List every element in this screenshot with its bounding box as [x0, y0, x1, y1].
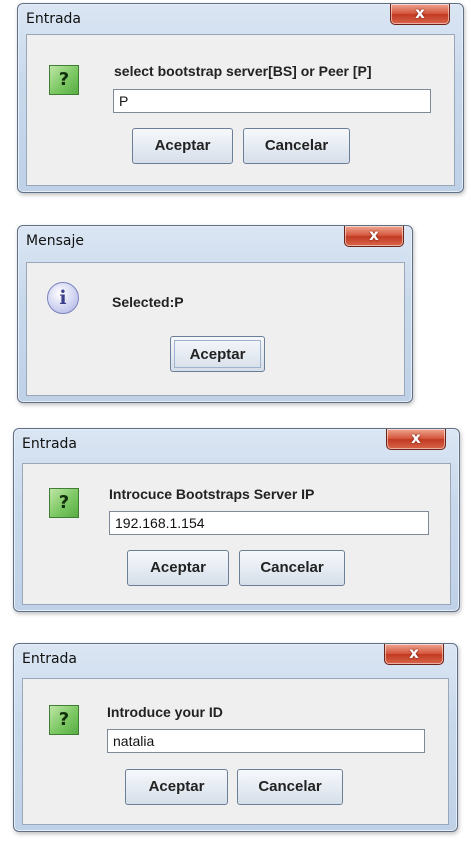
close-button[interactable]: x — [390, 4, 450, 25]
dialog-content: ? Introcuce Bootstraps Server IP 192.168… — [22, 463, 451, 605]
cancel-button-label: Cancelar — [260, 559, 324, 576]
close-icon: x — [415, 4, 425, 22]
accept-button[interactable]: Aceptar — [132, 128, 233, 164]
input-dialog-user-id: Entrada x ? Introduce your ID natalia Ac… — [13, 643, 458, 832]
dialog-content: i Selected:P Aceptar — [26, 262, 405, 396]
close-button[interactable]: x — [344, 226, 404, 247]
accept-button-label: Aceptar — [150, 559, 206, 576]
dialog-content: ? Introduce your ID natalia Aceptar Canc… — [22, 678, 449, 825]
text-input[interactable]: 192.168.1.154 — [109, 511, 429, 535]
question-icon: ? — [49, 65, 79, 95]
accept-button[interactable]: Aceptar — [125, 769, 228, 805]
prompt-label: Introcuce Bootstraps Server IP — [109, 486, 315, 502]
cancel-button[interactable]: Cancelar — [237, 769, 343, 805]
cancel-button[interactable]: Cancelar — [243, 128, 350, 164]
prompt-label: Introduce your ID — [107, 704, 223, 720]
text-input[interactable]: natalia — [107, 729, 425, 753]
cancel-button-label: Cancelar — [258, 778, 322, 795]
input-dialog-server-ip: Entrada x ? Introcuce Bootstraps Server … — [13, 428, 460, 612]
close-icon: x — [409, 644, 419, 662]
title-bar[interactable]: Entrada x — [14, 644, 457, 674]
cancel-button-label: Cancelar — [264, 137, 329, 154]
accept-button[interactable]: Aceptar — [127, 550, 229, 586]
question-icon: ? — [49, 488, 79, 518]
accept-button-label: Aceptar — [148, 778, 205, 795]
text-input[interactable]: P — [113, 89, 431, 113]
accept-button[interactable]: Aceptar — [170, 336, 265, 372]
question-icon: ? — [49, 705, 79, 735]
close-button[interactable]: x — [384, 644, 444, 665]
close-icon: x — [369, 226, 379, 244]
prompt-label: select bootstrap server[BS] or Peer [P] — [114, 63, 372, 79]
info-icon: i — [47, 282, 79, 314]
close-icon: x — [411, 429, 421, 447]
message-dialog-selected: Mensaje x i Selected:P Aceptar — [17, 225, 413, 403]
dialog-content: ? select bootstrap server[BS] or Peer [P… — [26, 34, 455, 186]
title-bar[interactable]: Mensaje x — [18, 226, 412, 256]
title-bar[interactable]: Entrada x — [18, 4, 463, 34]
window-title: Entrada — [22, 436, 78, 452]
accept-button-label: Aceptar — [154, 137, 211, 154]
focus-ring: Aceptar — [174, 340, 261, 368]
cancel-button[interactable]: Cancelar — [239, 550, 345, 586]
message-label: Selected:P — [112, 294, 184, 310]
accept-button-label: Aceptar — [189, 346, 246, 363]
input-dialog-bootstrap-choice: Entrada x ? select bootstrap server[BS] … — [17, 3, 464, 193]
close-button[interactable]: x — [386, 429, 446, 450]
window-title: Entrada — [22, 651, 78, 667]
window-title: Entrada — [26, 11, 82, 27]
window-title: Mensaje — [26, 233, 84, 249]
title-bar[interactable]: Entrada x — [14, 429, 459, 459]
